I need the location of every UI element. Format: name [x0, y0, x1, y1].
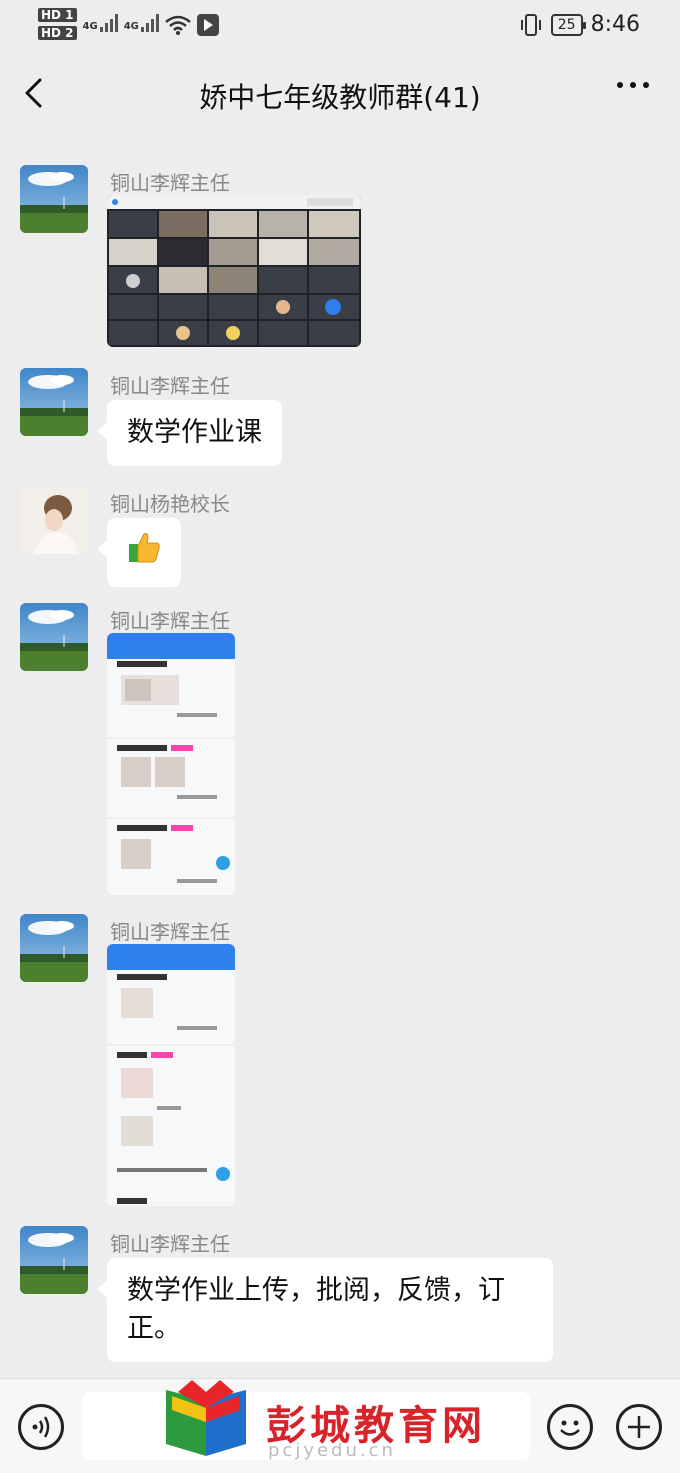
text-line: 数学作业上传，批阅，反馈，订 [127, 1275, 505, 1306]
app-notification-icon [196, 14, 219, 36]
more-dots-icon[interactable] [616, 80, 650, 90]
voice-icon[interactable] [18, 1404, 64, 1450]
avatar[interactable] [20, 914, 88, 982]
sender-name: 铜山杨艳校长 [110, 492, 230, 516]
watermark-logo-icon [166, 1380, 246, 1456]
image-message[interactable] [107, 633, 235, 895]
image-message[interactable] [107, 944, 235, 1206]
plus-icon[interactable] [616, 1404, 662, 1450]
signal-icon: 4G [83, 12, 118, 32]
signal-icon-2: 4G [124, 12, 159, 32]
text-bubble[interactable]: 数学作业课 [97, 400, 282, 466]
page-title: 娇中七年级教师群(41) [199, 81, 481, 114]
emoji-icon[interactable] [547, 1404, 593, 1450]
thumbs-up-icon [129, 533, 160, 563]
sender-name: 铜山李辉主任 [110, 171, 230, 195]
text-line: 正。 [127, 1313, 181, 1344]
sim2-label: HD 2 [38, 26, 77, 40]
sender-name: 铜山李辉主任 [110, 609, 230, 633]
avatar[interactable] [20, 165, 88, 233]
avatar[interactable] [20, 368, 88, 436]
wifi-icon [165, 15, 191, 35]
sender-name: 铜山李辉主任 [110, 374, 230, 398]
sender-name: 铜山李辉主任 [110, 1232, 230, 1256]
clock: 8:46 [590, 12, 640, 37]
battery-icon: 25 [550, 13, 586, 36]
text-bubble[interactable]: 数学作业上传，批阅，反馈，订 正。 [97, 1258, 553, 1362]
watermark-url: pcjyedu.cn [268, 1440, 396, 1461]
avatar[interactable] [20, 603, 88, 671]
sender-name: 铜山李辉主任 [110, 920, 230, 944]
chat-header: 娇中七年级教师群(41) [0, 50, 680, 136]
status-bar: HD 1 HD 2 4G 4G 25 8:46 [0, 0, 680, 50]
avatar[interactable] [20, 486, 88, 554]
image-message[interactable] [107, 195, 361, 347]
avatar[interactable] [20, 1226, 88, 1294]
sim1-label: HD 1 [38, 8, 77, 22]
emoji-bubble[interactable] [97, 518, 181, 587]
vibrate-icon [520, 13, 541, 36]
